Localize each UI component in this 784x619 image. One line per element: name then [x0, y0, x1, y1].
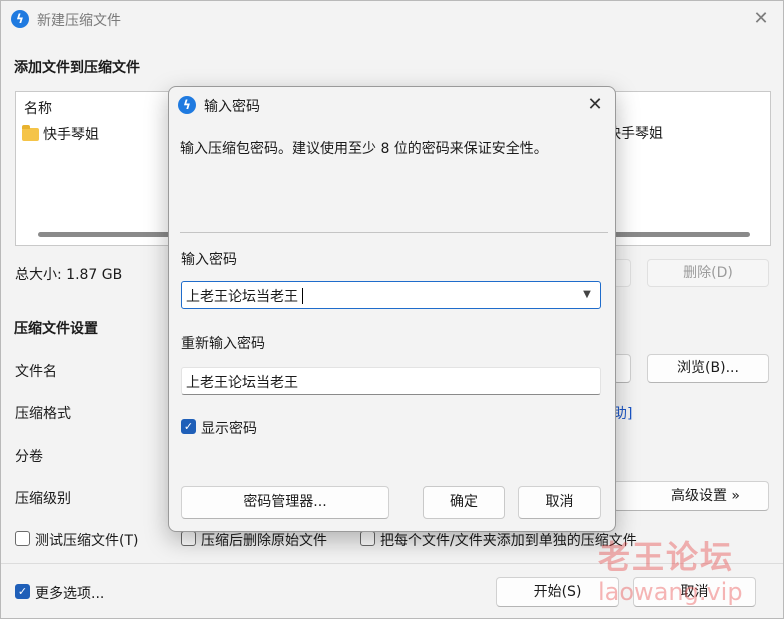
dialog-title: 输入密码	[204, 99, 260, 115]
checkmark-icon: ✓	[183, 420, 194, 433]
checkmark-icon: ✓	[17, 585, 28, 598]
test-archive-checkbox[interactable]	[15, 531, 30, 546]
add-files-heading: 添加文件到压缩文件	[14, 60, 140, 76]
total-size-label: 总大小: 1.87 GB	[15, 267, 123, 283]
each-separate-checkbox[interactable]	[360, 531, 375, 546]
show-password-label: 显示密码	[201, 421, 257, 437]
window-title: 新建压缩文件	[37, 13, 121, 29]
level-label: 压缩级别	[15, 491, 71, 507]
delete-button[interactable]: 删除(D)	[647, 259, 769, 287]
password-input[interactable]: 上老王论坛当老王	[186, 286, 298, 306]
password-dialog: ϟ 输入密码 ✕ 输入压缩包密码。建议使用至少 8 位的密码来保证安全性。 输入…	[168, 86, 616, 532]
advanced-settings-button[interactable]: 高级设置 »	[613, 481, 769, 511]
list-item-label: 快手琴姐	[43, 127, 99, 143]
delete-after-checkbox[interactable]	[181, 531, 196, 546]
dialog-divider	[180, 232, 608, 233]
more-options-label: 更多选项...	[35, 586, 105, 602]
close-icon[interactable]: ✕	[751, 9, 771, 29]
reenter-password-label: 重新输入密码	[181, 336, 265, 352]
more-options-checkbox[interactable]: ✓	[15, 584, 30, 599]
bolt-icon: ϟ	[11, 10, 29, 28]
delete-after-label: 压缩后删除原始文件	[201, 533, 327, 549]
close-icon[interactable]: ✕	[585, 95, 605, 115]
split-label: 分卷	[15, 449, 43, 465]
watermark-text: 老王论坛	[598, 538, 735, 576]
chevron-down-icon[interactable]: ▼	[580, 286, 594, 304]
folder-icon	[22, 124, 39, 141]
settings-heading: 压缩文件设置	[14, 321, 98, 337]
dialog-description: 输入压缩包密码。建议使用至少 8 位的密码来保证安全性。	[180, 141, 548, 157]
browse-button[interactable]: 浏览(B)...	[647, 354, 769, 383]
test-archive-label: 测试压缩文件(T)	[35, 533, 139, 549]
window-titlebar: ϟ 新建压缩文件 ✕	[1, 1, 783, 39]
show-password-checkbox[interactable]: ✓	[181, 419, 196, 434]
column-header-name[interactable]: 名称	[24, 98, 52, 118]
watermark-url: laowang.vip	[598, 578, 743, 606]
format-label: 压缩格式	[15, 406, 71, 422]
filename-label: 文件名	[15, 364, 57, 380]
list-item[interactable]: 快手琴姐	[22, 124, 99, 144]
reenter-password-input[interactable]: 上老王论坛当老王	[186, 372, 298, 392]
password-manager-button[interactable]: 密码管理器...	[181, 486, 389, 519]
ok-button[interactable]: 确定	[423, 486, 505, 519]
password-label: 输入密码	[181, 252, 237, 268]
reenter-password-field[interactable]: 上老王论坛当老王	[181, 367, 601, 395]
bolt-icon: ϟ	[178, 96, 196, 114]
text-caret	[302, 288, 303, 304]
password-combobox[interactable]: 上老王论坛当老王 ▼	[181, 281, 601, 309]
dialog-cancel-button[interactable]: 取消	[518, 486, 601, 519]
